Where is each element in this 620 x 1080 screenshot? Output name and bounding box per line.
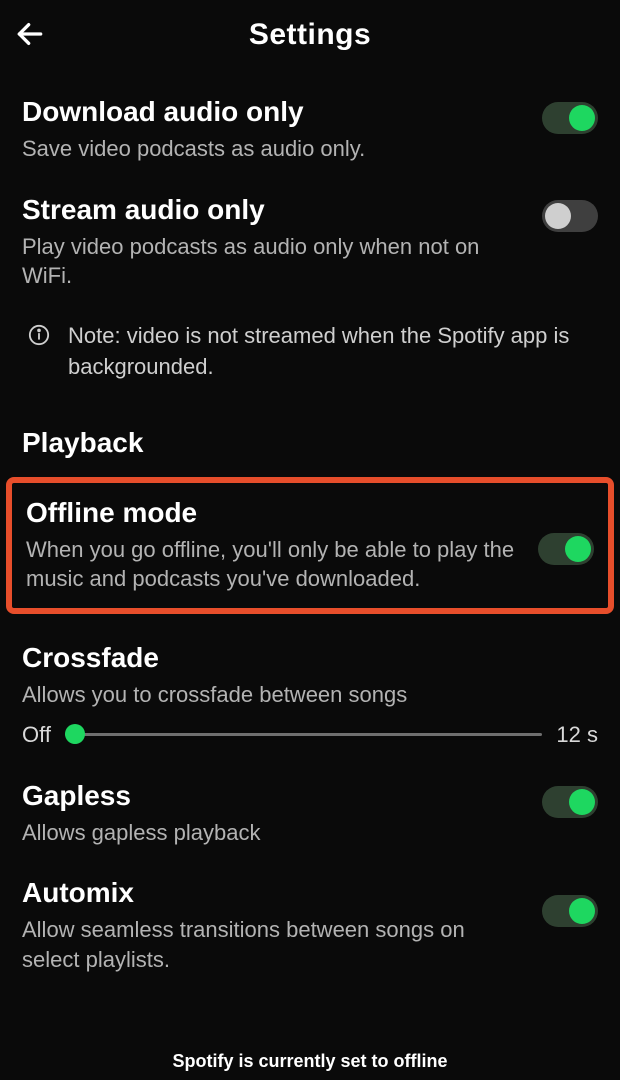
setting-desc: When you go offline, you'll only be able… xyxy=(26,535,522,594)
toggle-knob xyxy=(569,105,595,131)
setting-title: Crossfade xyxy=(22,642,582,674)
gapless-toggle[interactable] xyxy=(542,786,598,818)
setting-title: Automix xyxy=(22,877,526,909)
slider-max-label: 12 s xyxy=(556,722,598,748)
stream-audio-toggle[interactable] xyxy=(542,200,598,232)
info-icon xyxy=(28,324,50,351)
setting-text: Gapless Allows gapless playback xyxy=(22,780,542,848)
setting-title: Stream audio only xyxy=(22,194,526,226)
toggle-knob xyxy=(569,789,595,815)
automix-toggle[interactable] xyxy=(542,895,598,927)
crossfade-slider[interactable] xyxy=(65,733,542,736)
setting-text: Stream audio only Play video podcasts as… xyxy=(22,194,542,291)
automix-row[interactable]: Automix Allow seamless transitions betwe… xyxy=(22,863,598,990)
setting-text: Automix Allow seamless transitions betwe… xyxy=(22,877,542,974)
offline-mode-row[interactable]: Offline mode When you go offline, you'll… xyxy=(26,497,594,594)
setting-desc: Play video podcasts as audio only when n… xyxy=(22,232,526,291)
setting-text: Crossfade Allows you to crossfade betwee… xyxy=(22,642,598,710)
back-icon[interactable] xyxy=(14,18,46,55)
page-title: Settings xyxy=(20,18,600,52)
note-text: Note: video is not streamed when the Spo… xyxy=(68,321,598,383)
stream-audio-only-row[interactable]: Stream audio only Play video podcasts as… xyxy=(22,180,598,307)
gapless-row[interactable]: Gapless Allows gapless playback xyxy=(22,766,598,864)
setting-desc: Allows gapless playback xyxy=(22,818,526,848)
setting-title: Gapless xyxy=(22,780,526,812)
crossfade-row[interactable]: Crossfade Allows you to crossfade betwee… xyxy=(22,628,598,714)
offline-mode-toggle[interactable] xyxy=(538,533,594,565)
settings-content: Download audio only Save video podcasts … xyxy=(0,70,620,991)
slider-min-label: Off xyxy=(22,722,51,748)
setting-desc: Allow seamless transitions between songs… xyxy=(22,915,526,974)
download-audio-toggle[interactable] xyxy=(542,102,598,134)
setting-text: Offline mode When you go offline, you'll… xyxy=(26,497,538,594)
setting-title: Offline mode xyxy=(26,497,522,529)
header: Settings xyxy=(0,0,620,70)
offline-mode-highlight: Offline mode When you go offline, you'll… xyxy=(6,477,614,614)
note-row: Note: video is not streamed when the Spo… xyxy=(22,307,598,407)
download-audio-only-row[interactable]: Download audio only Save video podcasts … xyxy=(22,82,598,180)
setting-desc: Save video podcasts as audio only. xyxy=(22,134,526,164)
setting-desc: Allows you to crossfade between songs xyxy=(22,680,582,710)
setting-text: Download audio only Save video podcasts … xyxy=(22,96,542,164)
toggle-knob xyxy=(565,536,591,562)
toggle-knob xyxy=(569,898,595,924)
toggle-knob xyxy=(545,203,571,229)
crossfade-slider-row: Off 12 s xyxy=(22,714,598,766)
setting-title: Download audio only xyxy=(22,96,526,128)
playback-section-title: Playback xyxy=(22,427,598,459)
footer-status: Spotify is currently set to offline xyxy=(0,1051,620,1072)
slider-handle[interactable] xyxy=(65,724,85,744)
